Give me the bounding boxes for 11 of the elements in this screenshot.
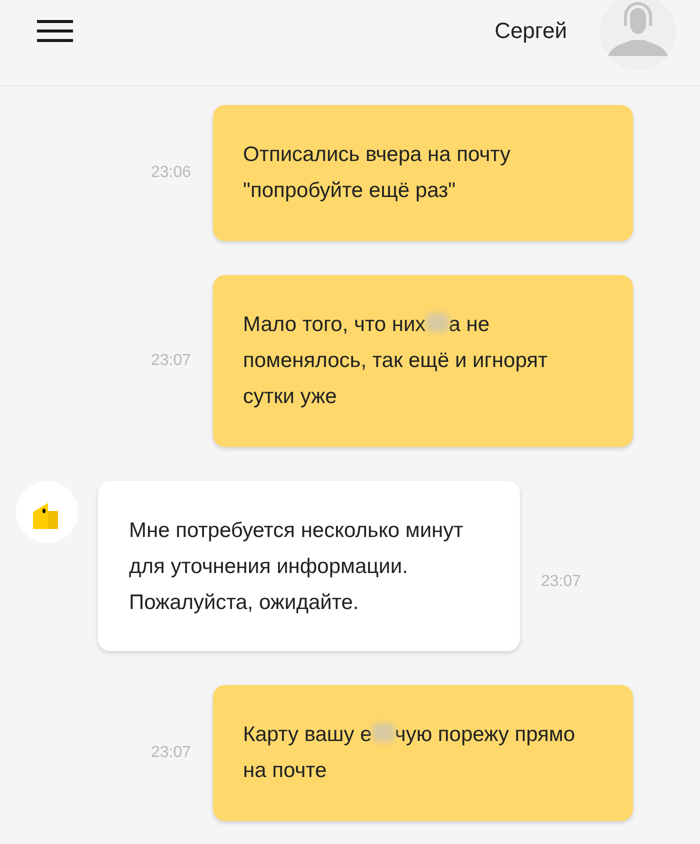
message-text: Мне потребуется несколько минут для уточнения информации. Пожалуйста, ожидайте.: [129, 518, 464, 616]
message-time: 23:06: [150, 164, 192, 182]
message-time: 23:07: [150, 352, 192, 370]
message-text: Мало того, что них а не поменялось, так ещё и игнорят сутки уже: [243, 312, 549, 410]
wallet-avatar-icon: [16, 481, 78, 543]
message-time: 23:07: [150, 744, 192, 762]
user-name: Сергей: [494, 18, 567, 44]
message-text: Отписались вчера на почту "попробуйте ещё раз": [243, 142, 512, 204]
message-text: Карту вашу е чую порежу прямо на почте: [243, 722, 576, 784]
menu-icon[interactable]: [37, 20, 73, 42]
message-time: 23:07: [541, 573, 582, 591]
